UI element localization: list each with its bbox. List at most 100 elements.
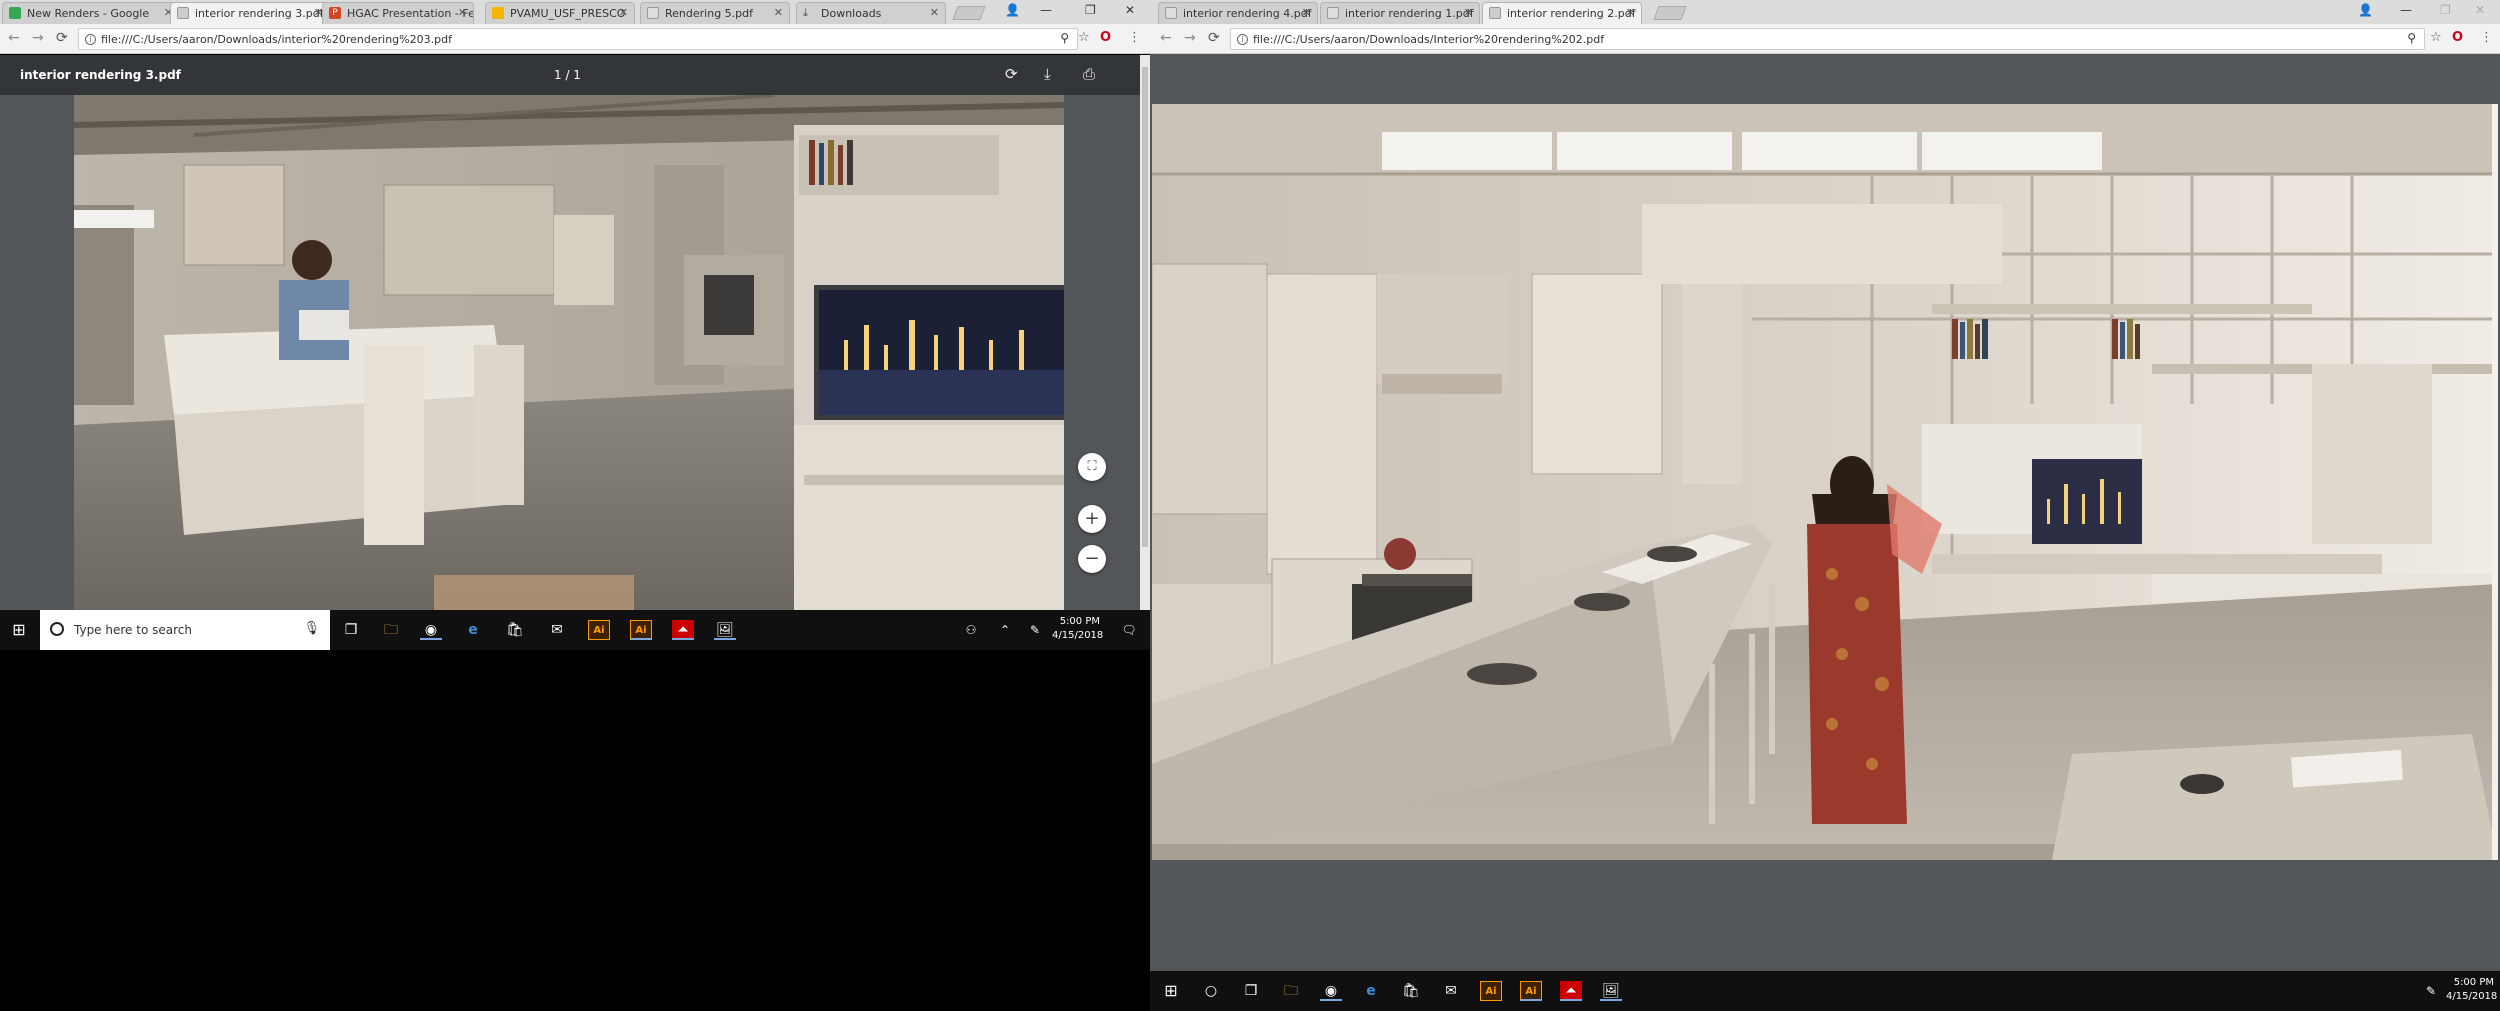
- pdf-viewer: ⛶ + −: [0, 95, 1140, 615]
- bookmark-star-icon[interactable]: ☆: [2430, 30, 2442, 45]
- zoom-in-button[interactable]: +: [1078, 505, 1106, 533]
- file-explorer-icon[interactable]: 🗀: [1280, 981, 1302, 1001]
- tab-pvamu-presco[interactable]: PVAMU_USF_PRESCO ✕: [485, 2, 635, 24]
- close-icon[interactable]: ✕: [1626, 6, 1635, 19]
- mail-icon[interactable]: ✉: [546, 620, 568, 640]
- zoom-out-button[interactable]: −: [1078, 545, 1106, 573]
- close-window-icon[interactable]: ✕: [1125, 3, 1135, 17]
- close-icon[interactable]: ✕: [774, 6, 783, 19]
- profile-icon[interactable]: 👤: [2358, 3, 2373, 17]
- task-view-icon[interactable]: ❐: [1240, 981, 1262, 1001]
- clock-date: 4/15/2018: [2446, 991, 2498, 1002]
- close-icon[interactable]: ✕: [458, 6, 467, 19]
- menu-icon[interactable]: ⋮: [2480, 30, 2493, 45]
- windows-start-icon[interactable]: ⊞: [8, 620, 30, 640]
- tab-interior-rendering-4[interactable]: interior rendering 4.pdf ✕: [1158, 2, 1318, 24]
- back-icon[interactable]: ←: [1160, 30, 1172, 46]
- tab-downloads[interactable]: ⤓ Downloads ✕: [796, 2, 946, 24]
- edge-icon[interactable]: e: [1360, 981, 1382, 1001]
- windows-start-icon[interactable]: ⊞: [1160, 981, 1182, 1001]
- reload-icon[interactable]: ⟳: [1208, 30, 1220, 46]
- close-icon[interactable]: ✕: [930, 6, 939, 19]
- slides-icon: [492, 7, 504, 19]
- store-icon[interactable]: 🛍: [504, 620, 526, 640]
- close-icon[interactable]: ✕: [1464, 6, 1473, 19]
- notification-icon[interactable]: 🗨: [1118, 620, 1140, 640]
- clock-time: 5:00 PM: [2453, 977, 2494, 988]
- store-icon[interactable]: 🛍: [1400, 981, 1422, 1001]
- people-icon[interactable]: ⚇: [960, 620, 982, 640]
- fit-to-page-button[interactable]: ⛶: [1078, 453, 1106, 481]
- tab-interior-rendering-2[interactable]: interior rendering 2.pdf ✕: [1482, 2, 1642, 24]
- taskbar-right: ⊞ ○ ❐ 🗀 ◉ e 🛍 ✉ Ai Ai ⏶ 🖼 ✎ 5:00 PM 4/15…: [1150, 971, 2500, 1011]
- restore-icon[interactable]: ❐: [2440, 3, 2451, 17]
- tab-label: PVAMU_USF_PRESCO: [510, 7, 626, 20]
- tab-label: Rendering 5.pdf: [665, 7, 753, 20]
- tab-label: HGAC Presentation - Fe: [347, 7, 474, 20]
- info-icon[interactable]: i: [1237, 34, 1248, 45]
- menu-icon[interactable]: ⋮: [1128, 30, 1141, 45]
- illustrator-icon[interactable]: Ai: [1480, 981, 1502, 1001]
- chrome-icon[interactable]: ◉: [420, 620, 442, 640]
- tab-interior-rendering-1[interactable]: interior rendering 1.pdf ✕: [1320, 2, 1480, 24]
- tab-strip: interior rendering 4.pdf ✕ interior rend…: [1150, 0, 2500, 24]
- rendering-graphic: [1152, 104, 2498, 860]
- taskbar-clock[interactable]: 5:00 PM 4/15/2018: [1052, 615, 1103, 643]
- file-explorer-icon[interactable]: 🗀: [380, 620, 402, 640]
- tab-interior-rendering-3[interactable]: interior rendering 3.pdf ✕: [170, 2, 330, 24]
- reload-icon[interactable]: ⟳: [56, 30, 68, 46]
- microphone-icon[interactable]: 🎙: [303, 621, 320, 636]
- pen-icon[interactable]: ✎: [2420, 981, 2442, 1001]
- minimize-icon[interactable]: —: [1040, 3, 1052, 17]
- tab-rendering-5[interactable]: Rendering 5.pdf ✕: [640, 2, 790, 24]
- chevron-up-icon[interactable]: ⌃: [994, 620, 1016, 640]
- url-input[interactable]: i file:///C:/Users/aaron/Downloads/Inter…: [1230, 28, 2425, 50]
- pdf-toolbar: interior rendering 3.pdf 1 / 1 ⟳ ⤓ ⎙: [0, 55, 1140, 95]
- download-icon: ⤓: [803, 6, 808, 19]
- illustrator-icon-2[interactable]: Ai: [630, 620, 652, 640]
- forward-icon[interactable]: →: [1184, 30, 1196, 46]
- close-icon[interactable]: ✕: [619, 6, 628, 19]
- opera-extension-icon[interactable]: O: [1100, 30, 1111, 45]
- close-window-icon[interactable]: ✕: [2475, 3, 2485, 17]
- new-tab-button[interactable]: [952, 6, 986, 20]
- right-monitor: interior rendering 4.pdf ✕ interior rend…: [1150, 0, 2500, 1011]
- edge-icon[interactable]: e: [462, 620, 484, 640]
- scrollbar[interactable]: [1140, 55, 1150, 615]
- tab-hgac-presentation[interactable]: P HGAC Presentation - Fe ✕: [322, 2, 474, 24]
- acrobat-icon[interactable]: ⏶: [672, 620, 694, 640]
- taskbar-search-box[interactable]: Type here to search 🎙: [40, 610, 330, 650]
- bookmark-star-icon[interactable]: ☆: [1078, 30, 1090, 45]
- info-icon[interactable]: i: [85, 34, 96, 45]
- illustrator-icon-2[interactable]: Ai: [1520, 981, 1542, 1001]
- photos-icon[interactable]: 🖼: [714, 620, 736, 640]
- pen-icon[interactable]: ✎: [1024, 620, 1046, 640]
- url-input[interactable]: i file:///C:/Users/aaron/Downloads/inter…: [78, 28, 1078, 50]
- cortana-icon[interactable]: ○: [1200, 981, 1222, 1001]
- acrobat-icon[interactable]: ⏶: [1560, 981, 1582, 1001]
- search-placeholder: Type here to search: [74, 623, 192, 637]
- download-icon[interactable]: ⤓: [1044, 65, 1051, 83]
- minimize-icon[interactable]: —: [2400, 3, 2412, 17]
- forward-icon[interactable]: →: [32, 30, 44, 46]
- back-icon[interactable]: ←: [8, 30, 20, 46]
- tab-new-renders[interactable]: New Renders - Google ✕: [2, 2, 180, 24]
- rotate-icon[interactable]: ⟳: [1005, 65, 1018, 83]
- interior-rendering-image: [74, 95, 1064, 615]
- pdf-file-icon: [647, 7, 659, 19]
- search-icon[interactable]: ⚲: [1060, 31, 1069, 45]
- mail-icon[interactable]: ✉: [1440, 981, 1462, 1001]
- taskbar-clock[interactable]: 5:00 PM 4/15/2018: [2446, 976, 2498, 1004]
- print-icon[interactable]: ⎙: [1083, 65, 1095, 83]
- new-tab-button[interactable]: [1653, 6, 1687, 20]
- restore-icon[interactable]: ❐: [1085, 3, 1096, 17]
- search-icon[interactable]: ⚲: [2407, 31, 2416, 45]
- task-view-icon[interactable]: ❐: [340, 620, 362, 640]
- opera-extension-icon[interactable]: O: [2452, 30, 2463, 45]
- close-icon[interactable]: ✕: [1302, 6, 1311, 19]
- profile-icon[interactable]: 👤: [1005, 3, 1020, 17]
- scrollbar-thumb[interactable]: [1142, 67, 1148, 547]
- photos-icon[interactable]: 🖼: [1600, 981, 1622, 1001]
- illustrator-icon[interactable]: Ai: [588, 620, 610, 640]
- chrome-icon[interactable]: ◉: [1320, 981, 1342, 1001]
